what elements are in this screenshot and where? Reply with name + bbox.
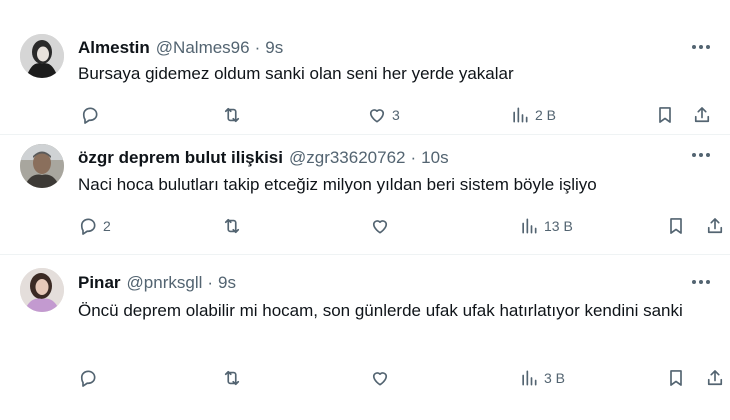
like-count: 3 xyxy=(392,107,400,123)
views-button[interactable]: 13 B xyxy=(519,215,573,237)
action-bar: 3 B xyxy=(78,367,723,389)
action-bar: 2 13 B xyxy=(78,215,723,237)
tweet[interactable]: özgr deprem bulut ilişkisi @zgr33620762 … xyxy=(0,134,730,255)
reply-button[interactable] xyxy=(78,367,103,389)
share-button[interactable] xyxy=(705,215,725,237)
share-icon xyxy=(694,107,710,123)
reply-icon xyxy=(82,107,98,124)
reply-count: 2 xyxy=(103,218,111,234)
repost-button[interactable] xyxy=(222,104,247,126)
user-handle[interactable]: @Nalmes96 xyxy=(156,38,250,58)
repost-icon xyxy=(224,107,240,123)
action-bar: 3 2 B xyxy=(78,104,712,126)
avatar[interactable] xyxy=(20,34,64,78)
bookmark-button[interactable] xyxy=(655,104,675,126)
repost-icon xyxy=(224,218,240,234)
tweet-header: Pinar @pnrksgll · 9s xyxy=(78,271,680,295)
display-name[interactable]: Almestin xyxy=(78,38,150,58)
like-button[interactable]: 3 xyxy=(367,104,400,126)
views-chart-icon xyxy=(522,218,537,234)
views-count: 13 B xyxy=(544,218,573,234)
share-button[interactable] xyxy=(705,367,725,389)
separator-dot: · xyxy=(254,38,261,57)
like-button[interactable] xyxy=(370,367,395,389)
more-dots-icon[interactable] xyxy=(690,273,712,291)
more-dots-icon[interactable] xyxy=(690,146,712,164)
tweet-header: Almestin @Nalmes96 · 9s xyxy=(78,36,680,60)
more-dots-icon[interactable] xyxy=(690,38,712,56)
views-count: 3 B xyxy=(544,370,566,386)
reply-icon xyxy=(80,370,96,387)
user-handle[interactable]: @zgr33620762 xyxy=(289,148,406,168)
tweet[interactable]: Almestin @Nalmes96 · 9s Bursaya gidemez … xyxy=(0,0,730,135)
reply-button[interactable]: 2 xyxy=(78,215,111,237)
tweet[interactable]: Pinar @pnrksgll · 9s Öncü deprem olabili… xyxy=(0,254,730,420)
bookmark-button[interactable] xyxy=(666,367,686,389)
views-button[interactable]: 3 B xyxy=(519,367,565,389)
tweet-text: Bursaya gidemez oldum sanki olan seni he… xyxy=(78,64,514,83)
share-icon xyxy=(707,218,723,234)
bookmark-icon xyxy=(670,218,682,234)
bookmark-icon xyxy=(670,370,682,386)
bookmark-icon xyxy=(659,107,671,123)
views-count: 2 B xyxy=(535,107,557,123)
tweet-header: özgr deprem bulut ilişkisi @zgr33620762 … xyxy=(78,146,680,170)
avatar[interactable] xyxy=(20,144,64,188)
separator-dot: · xyxy=(410,148,417,167)
repost-icon xyxy=(224,370,240,386)
tweet-text: Naci hoca bulutları takip etceğiz milyon… xyxy=(78,175,597,194)
bookmark-button[interactable] xyxy=(666,215,686,237)
views-button[interactable]: 2 B xyxy=(510,104,556,126)
like-button[interactable] xyxy=(370,215,395,237)
views-chart-icon xyxy=(513,107,528,123)
tweet-text: Öncü deprem olabilir mi hocam, son günle… xyxy=(78,301,683,320)
share-button[interactable] xyxy=(692,104,712,126)
avatar[interactable] xyxy=(20,268,64,312)
reply-button[interactable] xyxy=(80,104,105,126)
heart-icon xyxy=(372,372,388,386)
heart-icon xyxy=(369,109,385,123)
timestamp[interactable]: 10s xyxy=(421,148,448,168)
display-name[interactable]: özgr deprem bulut ilişkisi xyxy=(78,148,283,168)
heart-icon xyxy=(372,220,388,234)
user-handle[interactable]: @pnrksgll xyxy=(127,273,203,293)
display-name[interactable]: Pinar xyxy=(78,273,121,293)
timestamp[interactable]: 9s xyxy=(265,38,283,58)
repost-button[interactable] xyxy=(222,367,247,389)
separator-dot: · xyxy=(207,273,214,292)
reply-icon xyxy=(80,218,96,235)
repost-button[interactable] xyxy=(222,215,247,237)
timestamp[interactable]: 9s xyxy=(218,273,236,293)
views-chart-icon xyxy=(522,370,537,386)
share-icon xyxy=(707,370,723,386)
